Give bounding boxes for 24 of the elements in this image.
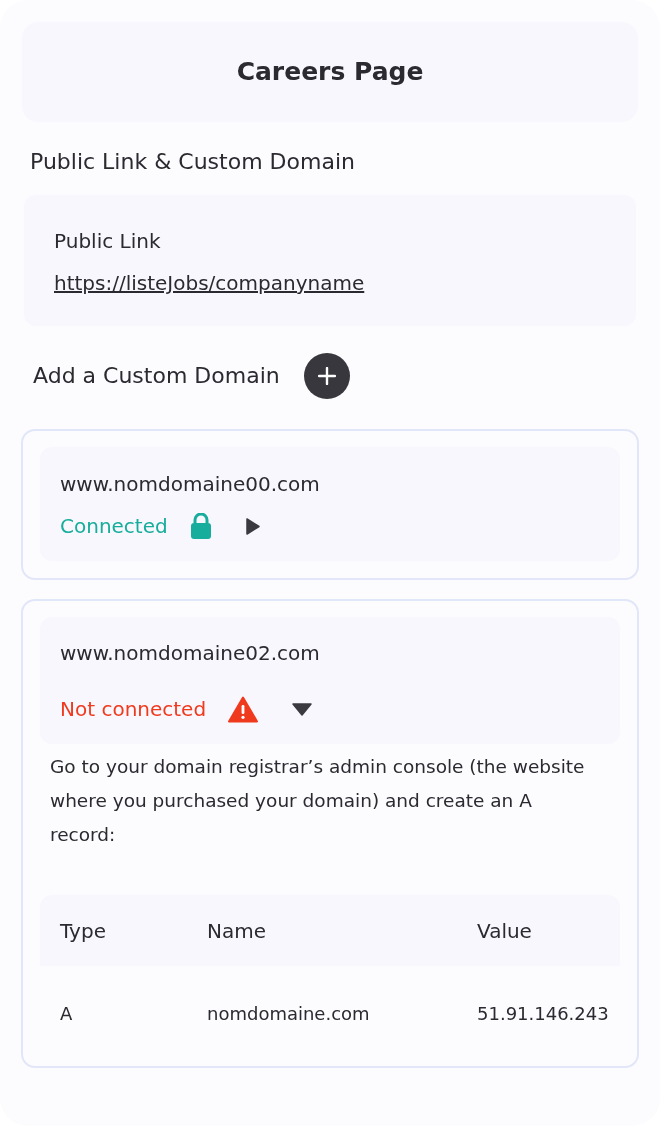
table-cell-text: 51.91.146.243	[477, 1002, 609, 1026]
domain-name: www.nomdomaine02.com	[60, 640, 320, 667]
status-label: Not connected	[60, 696, 207, 723]
status-label: Connected	[60, 513, 168, 540]
caret-right-icon	[245, 517, 260, 535]
add-domain-button[interactable]	[303, 353, 350, 399]
column-header: Name	[207, 917, 266, 945]
public-link[interactable]: https://listeJobs/companyname	[54, 269, 365, 297]
caret-down-icon	[292, 702, 313, 716]
section-title: Public Link & Custom Domain	[30, 148, 355, 176]
warning-icon	[228, 695, 259, 723]
column-header: Type	[60, 917, 106, 945]
instructions-text: Go to your domain registrar’s admin console (the website where you purchased your domain) and create an A record:	[49, 755, 586, 847]
public-link-label: Public Link	[54, 228, 161, 255]
domain-name: www.nomdomaine00.com	[60, 471, 320, 498]
table-cell-text: nomdomaine.com	[207, 1002, 370, 1026]
page-title: Careers Page	[236, 56, 424, 88]
lock-icon	[189, 513, 212, 539]
column-header: Value	[477, 917, 532, 945]
collapse-button[interactable]	[292, 702, 313, 716]
add-domain-label: Add a Custom Domain	[33, 362, 280, 390]
plus-icon	[317, 367, 336, 385]
table-cell-text: A	[60, 1002, 73, 1026]
expand-button[interactable]	[245, 517, 260, 535]
